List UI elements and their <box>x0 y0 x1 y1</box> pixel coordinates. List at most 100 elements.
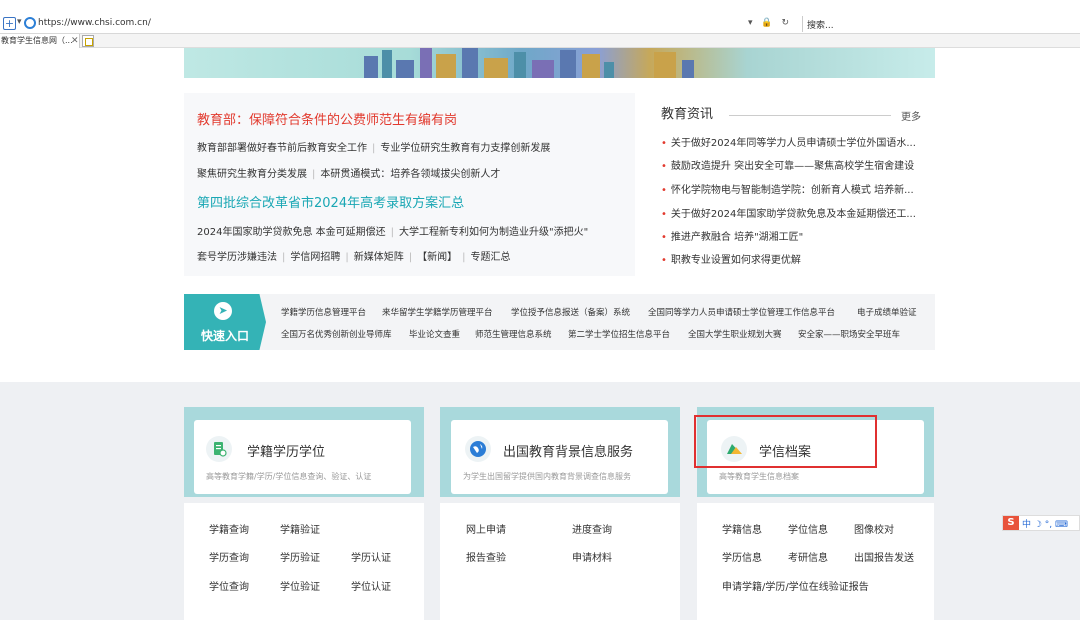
paper-plane-icon: ➤ <box>214 302 232 320</box>
banner-building <box>484 58 508 78</box>
list-item[interactable]: • 关于做好2024年国家助学贷款免息及本金延期偿还工... <box>661 205 931 220</box>
banner-building <box>364 56 378 78</box>
edu-news-panel: 教育资讯 更多 • 关于做好2024年同等学力人员申请硕士学位外国语水... • 鼓… <box>652 93 935 276</box>
quick-link[interactable]: 全国大学生职业规划大赛 <box>688 328 782 340</box>
news-link[interactable]: 新媒体矩阵 <box>354 252 404 263</box>
tab-chsi[interactable]: 教育学生信息网（... <box>0 34 80 48</box>
headline-link[interactable]: 第四批综合改革省市2024年高考录取方案汇总 <box>197 192 464 211</box>
service-link[interactable]: 学籍查询 <box>209 521 249 536</box>
quick-entry-badge: ➤ 快速入口 <box>184 294 266 350</box>
quick-link[interactable]: 安全家——职场安全早班车 <box>798 328 900 340</box>
quick-entry-bar: ➤ 快速入口 学籍学历信息管理平台 来华留学生学籍学历管理平台 学位授予信息报送… <box>184 294 935 350</box>
browser-logo-icon <box>24 17 36 29</box>
banner-building <box>396 60 414 78</box>
url-text: https://www.chsi.com.cn/ <box>38 18 151 28</box>
service-link[interactable]: 考研信息 <box>788 549 828 564</box>
quick-link[interactable]: 师范生管理信息系统 <box>475 328 552 340</box>
service-link[interactable]: 学历信息 <box>722 549 762 564</box>
headline-link[interactable]: 教育部：保障符合条件的公费师范生有编有岗 <box>197 109 457 128</box>
news-row: 套号学历涉嫌违法 | 学信网招聘 | 新媒体矩阵 | 【新闻】 | 专题汇总 <box>197 252 511 263</box>
news-link[interactable]: 专业学位研究生教育有力支撑创新发展 <box>380 143 550 154</box>
new-tab-icon[interactable] <box>82 35 94 47</box>
quick-link[interactable]: 来华留学生学籍学历管理平台 <box>382 306 493 318</box>
news-link[interactable]: 【新闻】 <box>417 252 457 263</box>
service-link[interactable]: 学位认证 <box>351 578 391 593</box>
service-link[interactable]: 学历认证 <box>351 549 391 564</box>
service-link[interactable]: 报告查验 <box>466 549 506 564</box>
ime-toolbar[interactable]: S 中 ☽ °, ⌨ <box>1002 515 1080 531</box>
more-link[interactable]: 更多 <box>901 108 921 123</box>
close-icon[interactable]: ✕ <box>71 34 79 48</box>
banner-building <box>462 48 478 78</box>
quick-link[interactable]: 学籍学历信息管理平台 <box>281 306 366 318</box>
quick-entry-label: 快速入口 <box>200 329 249 343</box>
news-link[interactable]: 2024年国家助学贷款免息 本金可延期偿还 <box>197 227 386 238</box>
service-link[interactable]: 网上申请 <box>466 521 506 536</box>
service-subtitle: 为学生出国留学提供国内教育背景调查信息服务 <box>463 472 631 481</box>
banner-building <box>654 52 676 78</box>
news-link[interactable]: 套号学历涉嫌违法 <box>197 252 277 263</box>
news-link[interactable]: 教育部部署做好春节前后教育安全工作 <box>197 143 367 154</box>
list-item[interactable]: • 怀化学院物电与智能制造学院：创新育人模式 培养新... <box>661 181 931 196</box>
service-link[interactable]: 申请学籍/学历/学位在线验证报告 <box>722 578 869 593</box>
service-link[interactable]: 学籍验证 <box>280 521 320 536</box>
service-link[interactable]: 学历验证 <box>280 549 320 564</box>
section-title: 教育资讯 <box>661 107 714 122</box>
quick-link[interactable]: 全国同等学力人员申请硕士学位管理工作信息平台 <box>648 306 835 318</box>
sogou-ime-icon[interactable]: S <box>1003 516 1019 530</box>
service-link[interactable]: 出国报告发送 <box>854 549 914 564</box>
quick-link[interactable]: 学位授予信息报送（备案）系统 <box>511 306 630 318</box>
search-placeholder: 搜索... <box>807 21 834 31</box>
service-link[interactable]: 学位验证 <box>280 578 320 593</box>
service-link[interactable]: 申请材料 <box>572 549 612 564</box>
highlight-annotation-box <box>694 415 877 468</box>
banner-building <box>514 52 526 78</box>
quick-link[interactable]: 毕业论文查重 <box>409 328 460 340</box>
news-link[interactable]: 大学工程新专利如何为制造业升级"添把火" <box>399 227 588 238</box>
news-row: 教育部部署做好春节前后教育安全工作 | 专业学位研究生教育有力支撑创新发展 <box>197 143 551 154</box>
news-panel: 教育部：保障符合条件的公费师范生有编有岗 教育部部署做好春节前后教育安全工作 | 专… <box>184 93 635 276</box>
banner-building <box>436 54 456 78</box>
service-title[interactable]: 学籍学历学位 <box>247 441 325 460</box>
page-root: + ▾ https://www.chsi.com.cn/ ▾ 🔒 ↻ 搜索...… <box>0 0 1080 620</box>
chevron-down-icon[interactable]: ▾ <box>17 17 22 27</box>
banner-building <box>582 54 600 78</box>
quick-link[interactable]: 全国万名优秀创新创业导师库 <box>281 328 392 340</box>
service-subtitle: 高等教育学生信息档案 <box>719 472 799 481</box>
banner-building <box>604 62 614 78</box>
service-link[interactable]: 图像校对 <box>854 521 894 536</box>
list-item[interactable]: • 鼓励改造提升 突出安全可靠——聚焦高校学生宿舍建设 <box>661 157 931 172</box>
service-subtitle: 高等教育学籍/学历/学位信息查询、验证、认证 <box>206 472 372 481</box>
banner-building <box>420 48 432 78</box>
address-bar: + ▾ https://www.chsi.com.cn/ ▾ 🔒 ↻ 搜索... <box>0 14 1080 34</box>
ime-status[interactable]: 中 ☽ °, ⌨ <box>1022 517 1068 530</box>
service-link[interactable]: 学位信息 <box>788 521 828 536</box>
news-link[interactable]: 本研贯通模式：培养各领域拔尖创新人才 <box>320 169 500 180</box>
service-link[interactable]: 学位查询 <box>209 578 249 593</box>
list-item[interactable]: • 关于做好2024年同等学力人员申请硕士学位外国语水... <box>661 134 931 149</box>
add-favorite-icon[interactable]: + <box>3 17 16 30</box>
service-title[interactable]: 出国教育背景信息服务 <box>503 441 633 460</box>
news-link[interactable]: 学信网招聘 <box>290 252 340 263</box>
news-row: 2024年国家助学贷款免息 本金可延期偿还 | 大学工程新专利如何为制造业升级"添把… <box>197 227 589 238</box>
list-item[interactable]: • 推进产教融合 培养"湖湘工匠" <box>661 228 931 243</box>
service-link[interactable]: 学历查询 <box>209 549 249 564</box>
banner-building <box>560 50 576 78</box>
hero-banner[interactable] <box>184 48 935 78</box>
url-controls[interactable]: ▾ 🔒 ↻ <box>748 18 792 28</box>
news-link[interactable]: 专题汇总 <box>471 252 511 263</box>
quick-link[interactable]: 第二学士学位招生信息平台 <box>568 328 670 340</box>
news-link[interactable]: 聚焦研究生教育分类发展 <box>197 169 307 180</box>
search-input[interactable]: 搜索... <box>802 16 1080 32</box>
tab-bar: 教育学生信息网（... ✕ <box>0 34 1080 48</box>
list-item[interactable]: • 职教专业设置如何求得更优解 <box>661 251 931 266</box>
document-check-icon <box>206 436 232 462</box>
divider <box>729 115 891 116</box>
news-row: 聚焦研究生教育分类发展 | 本研贯通模式：培养各领域拔尖创新人才 <box>197 169 501 180</box>
url-field[interactable]: https://www.chsi.com.cn/ ▾ 🔒 ↻ <box>36 16 798 32</box>
globe-icon <box>465 436 491 462</box>
service-link[interactable]: 学籍信息 <box>722 521 762 536</box>
service-link[interactable]: 进度查询 <box>572 521 612 536</box>
quick-link[interactable]: 电子成绩单验证 <box>857 306 917 318</box>
tab-title: 教育学生信息网（... <box>1 36 73 45</box>
